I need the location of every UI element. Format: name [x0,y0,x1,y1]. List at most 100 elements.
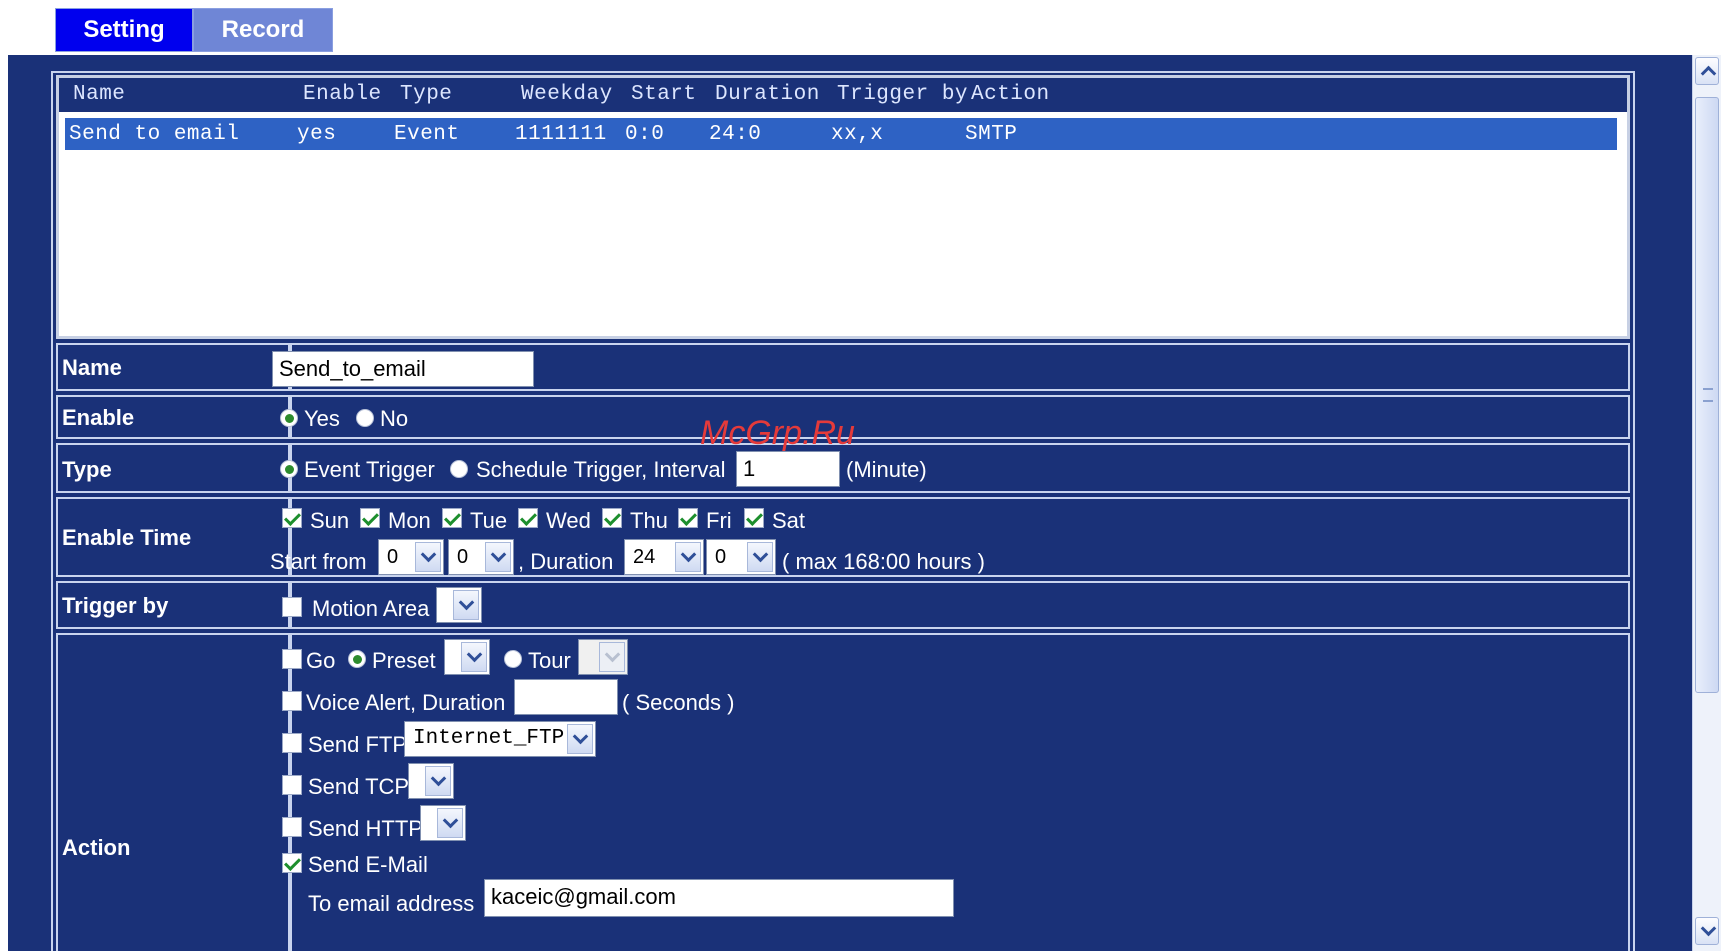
type-schedule-radio[interactable] [450,460,468,478]
email-address-input[interactable]: kaceic@gmail.com [484,879,954,917]
motion-area-label: Motion Area [312,596,430,621]
day-mon-checkbox[interactable] [360,508,380,528]
send-ftp-label: Send FTP [308,732,408,757]
day-thu-label: Thu [630,508,668,533]
trigger-by-label: Trigger by [62,593,169,618]
type-schedule-label: Schedule Trigger, Interval [476,457,726,482]
header-name: Name [73,83,126,106]
row-action: SMTP [965,123,1018,146]
start-from-label: Start from [270,549,367,574]
header-enable: Enable [303,83,382,106]
header-weekday: Weekday [521,83,613,106]
tab-bar: Setting Record [55,8,333,52]
day-tue-label: Tue [470,508,508,533]
action-label: Action [62,835,131,860]
duration-label: , Duration [518,549,614,574]
interval-input[interactable]: 1 [736,451,840,487]
ftp-value: Internet_FTP [413,727,565,750]
motion-area-checkbox[interactable] [282,597,302,617]
chevron-down-icon [599,642,625,672]
chevron-down-icon [453,590,479,620]
scroll-thumb[interactable] [1695,97,1719,693]
row-type-field: Type Event Trigger Schedule Trigger, Int… [56,443,1630,493]
header-start: Start [631,83,697,106]
day-sat-checkbox[interactable] [744,508,764,528]
voice-duration-input[interactable] [514,679,618,715]
day-fri-label: Fri [706,508,732,533]
chevron-down-icon [567,724,593,754]
type-event-radio[interactable] [280,460,298,478]
row-duration: 24:0 [709,123,762,146]
tab-record[interactable]: Record [193,8,333,52]
settings-panel: Name Enable Type Weekday Start Duration … [8,55,1720,951]
start-min-value: 0 [457,546,469,568]
list-item[interactable]: Send to email yes Event 1111111 0:0 24:0… [65,118,1617,150]
tour-radio[interactable] [504,650,522,668]
to-email-label: To email address [308,891,475,916]
chevron-down-icon [747,542,773,572]
enable-yes-radio[interactable] [280,409,298,427]
send-http-checkbox[interactable] [282,817,302,837]
vertical-scrollbar[interactable] [1692,55,1721,951]
header-action: Action [971,83,1050,106]
send-http-label: Send HTTP [308,816,423,841]
preset-select[interactable] [444,639,490,675]
day-sun-label: Sun [310,508,350,533]
chevron-down-icon [415,542,441,572]
day-sat-label: Sat [772,508,806,533]
enable-time-label: Enable Time [62,525,192,550]
voice-alert-label: Voice Alert, Duration [306,690,506,715]
scroll-up-icon[interactable] [1695,57,1719,85]
motion-area-select[interactable] [436,587,482,623]
name-label: Name [62,355,122,380]
row-trigger-by: Trigger by Motion Area [56,581,1630,629]
start-min-select[interactable]: 0 [448,539,514,575]
tour-select[interactable] [578,639,628,675]
start-hour-select[interactable]: 0 [378,539,444,575]
send-tcp-label: Send TCP [308,774,410,799]
duration-hour-value: 24 [633,546,656,568]
tcp-select[interactable] [408,763,454,799]
send-email-label: Send E-Mail [308,852,428,877]
header-trigger-by: Trigger by [837,83,969,106]
day-fri-checkbox[interactable] [678,508,698,528]
duration-min-select[interactable]: 0 [706,539,776,575]
row-name: Send to email [69,123,240,146]
chevron-down-icon [425,766,451,796]
http-select[interactable] [420,805,466,841]
row-action: Action Go Preset Tour Voice Alert, Durat… [56,633,1630,951]
enable-no-radio[interactable] [356,409,374,427]
chevron-down-icon [675,542,701,572]
event-list[interactable]: Name Enable Type Weekday Start Duration … [56,75,1630,339]
enable-no-label: No [380,406,409,431]
day-tue-checkbox[interactable] [442,508,462,528]
row-enable-field: Enable Yes No [56,395,1630,439]
chevron-down-icon [485,542,511,572]
send-tcp-checkbox[interactable] [282,775,302,795]
voice-alert-checkbox[interactable] [282,691,302,711]
preset-radio[interactable] [348,650,366,668]
enable-label: Enable [62,405,135,430]
grip-icon [1703,388,1713,402]
day-sun-checkbox[interactable] [282,508,302,528]
scroll-down-icon[interactable] [1695,917,1719,945]
interval-unit: (Minute) [846,457,927,482]
day-thu-checkbox[interactable] [602,508,622,528]
type-event-label: Event Trigger [304,457,435,482]
day-wed-checkbox[interactable] [518,508,538,528]
row-enable-time: Enable Time Sun Mon Tue Wed Thu Fri Sat … [56,497,1630,577]
chevron-down-icon [461,642,487,672]
send-ftp-checkbox[interactable] [282,733,302,753]
start-hour-value: 0 [387,546,399,568]
send-email-checkbox[interactable] [282,853,302,873]
tab-setting[interactable]: Setting [55,8,193,52]
duration-hour-select[interactable]: 24 [624,539,704,575]
name-input[interactable]: Send_to_email [272,351,534,387]
seconds-label: ( Seconds ) [622,690,735,715]
type-label: Type [62,457,112,482]
row-enable: yes [297,123,337,146]
max-duration-note: ( max 168:00 hours ) [782,549,985,574]
go-checkbox[interactable] [282,649,302,669]
ftp-select[interactable]: Internet_FTP [404,721,596,757]
chevron-down-icon [437,808,463,838]
